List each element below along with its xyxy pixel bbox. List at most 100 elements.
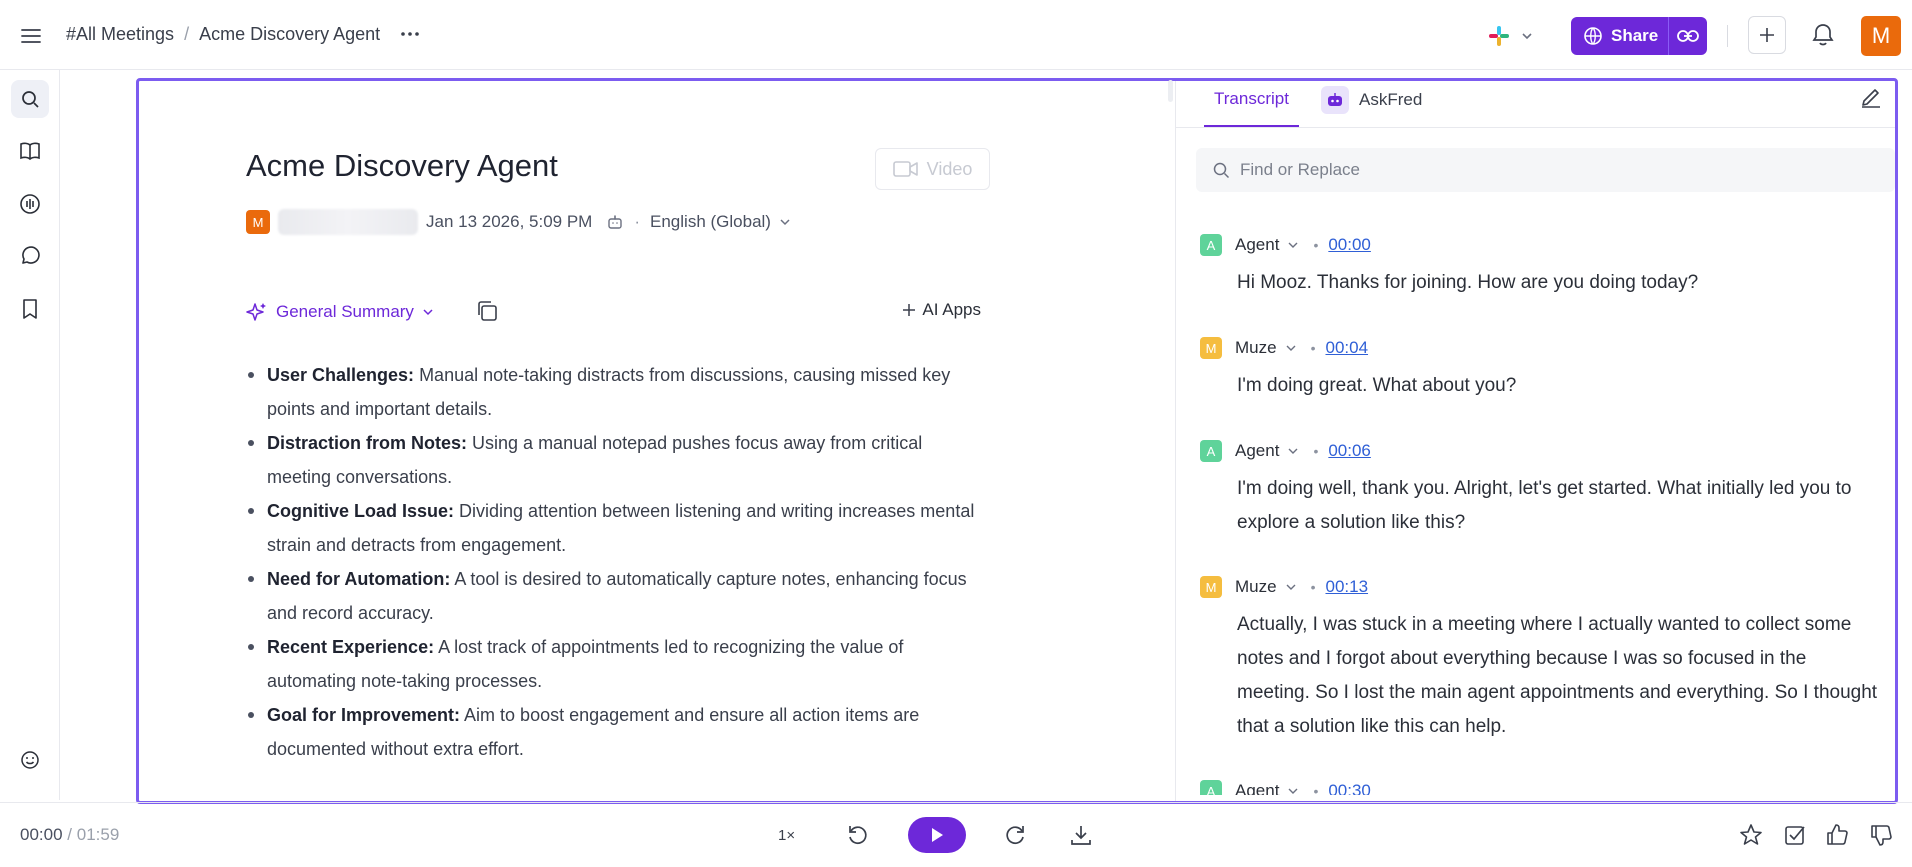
summary-item-title: Need for Automation:	[267, 569, 451, 589]
bookmark-icon	[23, 299, 37, 319]
meeting-date: Jan 13 2026, 5:09 PM	[426, 212, 593, 231]
chevron-down-icon[interactable]	[779, 216, 791, 228]
summary-type-selector[interactable]: General Summary	[246, 301, 434, 323]
summary-item-title: Recent Experience:	[267, 637, 435, 657]
tab-askfred[interactable]: AskFred	[1321, 85, 1422, 115]
speaker-avatar: M	[1200, 337, 1222, 359]
sidebar-item-bookmarks[interactable]	[11, 290, 49, 328]
speaker-name[interactable]: Agent	[1235, 441, 1279, 461]
timestamp-link[interactable]: 00:06	[1328, 441, 1371, 461]
find-replace-bar	[1196, 148, 1895, 192]
transcript-list: A Agent • 00:00 Hi Mooz. Thanks for join…	[1176, 215, 1895, 795]
summary-list: User Challenges: Manual note-taking dist…	[246, 358, 986, 766]
sparkle-icon	[246, 303, 266, 321]
edit-pencil-icon[interactable]	[1859, 85, 1883, 109]
speaker-avatar: M	[1200, 576, 1222, 598]
download-icon[interactable]	[1068, 822, 1094, 848]
video-label: Video	[926, 158, 973, 179]
list-item: Need for Automation: A tool is desired t…	[246, 562, 986, 630]
bell-icon[interactable]	[1810, 22, 1836, 48]
copy-icon[interactable]	[474, 298, 500, 324]
slack-integration-button[interactable]	[1488, 22, 1540, 50]
ai-apps-label: AI Apps	[922, 300, 981, 319]
separator-dot: •	[1313, 443, 1319, 459]
transcript-entry: A Agent • 00:06 I'm doing well, thank yo…	[1200, 438, 1880, 540]
divider	[1727, 25, 1728, 47]
link-icon	[1677, 30, 1699, 42]
checkbox-icon[interactable]	[1782, 822, 1808, 848]
sidebar-item-library[interactable]	[11, 132, 49, 170]
thumbs-down-icon[interactable]	[1868, 822, 1894, 848]
star-icon[interactable]	[1738, 822, 1764, 848]
timestamp-link[interactable]: 00:13	[1325, 577, 1368, 597]
transcript-text: Actually, I was stuck in a meeting where…	[1237, 614, 1878, 737]
play-button[interactable]	[908, 817, 966, 853]
meeting-title: Acme Discovery Agent	[246, 148, 558, 183]
breadcrumb: #All Meetings / Acme Discovery Agent	[66, 24, 380, 45]
chevron-down-icon[interactable]	[1285, 581, 1297, 593]
thumbs-up-icon[interactable]	[1824, 822, 1850, 848]
transcript-entry: M Muze • 00:04 I'm doing great. What abo…	[1200, 335, 1880, 403]
sidebar	[0, 70, 60, 800]
smiley-icon	[21, 751, 39, 769]
timestamp-link[interactable]: 00:04	[1325, 338, 1368, 358]
panel-tabs: Transcript AskFred	[1176, 81, 1895, 128]
transcript-entry: M Muze • 00:13 Actually, I was stuck in …	[1200, 574, 1880, 744]
more-options-icon[interactable]	[398, 22, 422, 46]
chevron-down-icon[interactable]	[1287, 445, 1299, 457]
tab-askfred-label: AskFred	[1359, 90, 1423, 109]
tab-transcript[interactable]: Transcript	[1204, 81, 1299, 127]
speaker-name[interactable]: Muze	[1235, 338, 1277, 358]
playback-speed-button[interactable]: 1×	[778, 827, 795, 844]
separator-dot: •	[1310, 340, 1316, 356]
share-button-group: Share	[1571, 17, 1707, 55]
chevron-down-icon[interactable]	[1287, 785, 1299, 795]
forward-icon[interactable]	[1002, 822, 1028, 848]
menu-icon[interactable]	[19, 24, 43, 48]
list-item: Distraction from Notes: Using a manual n…	[246, 426, 986, 494]
sidebar-item-analytics[interactable]	[11, 185, 49, 223]
sidebar-item-chat[interactable]	[11, 238, 49, 276]
chevron-down-icon[interactable]	[1287, 239, 1299, 251]
sidebar-item-feedback[interactable]	[11, 741, 49, 779]
ai-apps-button[interactable]: AI Apps	[902, 300, 981, 320]
breadcrumb-root[interactable]: #All Meetings	[66, 24, 174, 45]
list-item: Recent Experience: A lost track of appoi…	[246, 630, 986, 698]
search-icon	[22, 91, 39, 108]
speaker-name[interactable]: Agent	[1235, 781, 1279, 795]
share-button[interactable]: Share	[1571, 17, 1669, 55]
top-bar: #All Meetings / Acme Discovery Agent Sha…	[0, 0, 1912, 70]
list-item: Cognitive Load Issue: Dividing attention…	[246, 494, 986, 562]
summary-item-title: Cognitive Load Issue:	[267, 501, 455, 521]
chat-bubble-icon	[22, 246, 40, 264]
find-replace-input[interactable]	[1240, 160, 1840, 180]
video-button[interactable]: Video	[875, 148, 990, 190]
chevron-down-icon[interactable]	[1285, 342, 1297, 354]
speaker-name[interactable]: Muze	[1235, 577, 1277, 597]
share-label: Share	[1611, 26, 1659, 45]
transcript-text: Hi Mooz. Thanks for joining. How are you…	[1237, 272, 1699, 293]
scrollbar-thumb[interactable]	[1168, 80, 1173, 102]
timestamp-link[interactable]: 00:30	[1328, 781, 1371, 795]
transcript-entry: A Agent • 00:00 Hi Mooz. Thanks for join…	[1200, 232, 1880, 300]
audio-wave-icon	[20, 194, 40, 214]
user-avatar[interactable]: M	[1861, 16, 1901, 56]
summary-item-title: User Challenges:	[267, 365, 415, 385]
add-button[interactable]	[1748, 16, 1786, 54]
timestamp-link[interactable]: 00:00	[1328, 235, 1371, 255]
summary-item-title: Goal for Improvement:	[267, 705, 461, 725]
owner-avatar: M	[246, 210, 270, 234]
plus-icon	[1760, 28, 1774, 42]
slack-icon	[1489, 26, 1509, 46]
list-item: Goal for Improvement: Aim to boost engag…	[246, 698, 986, 766]
copy-link-button[interactable]	[1669, 17, 1707, 55]
rewind-icon[interactable]	[845, 822, 871, 848]
owner-name-redacted	[278, 209, 418, 235]
meeting-meta: M Jan 13 2026, 5:09 PM · English (Global…	[246, 209, 791, 235]
plus-icon	[903, 304, 916, 316]
speaker-name[interactable]: Agent	[1235, 235, 1279, 255]
speaker-avatar: A	[1200, 234, 1222, 256]
sidebar-item-search[interactable]	[11, 80, 49, 118]
play-icon	[932, 828, 943, 842]
language-selector[interactable]: English (Global)	[650, 212, 771, 232]
